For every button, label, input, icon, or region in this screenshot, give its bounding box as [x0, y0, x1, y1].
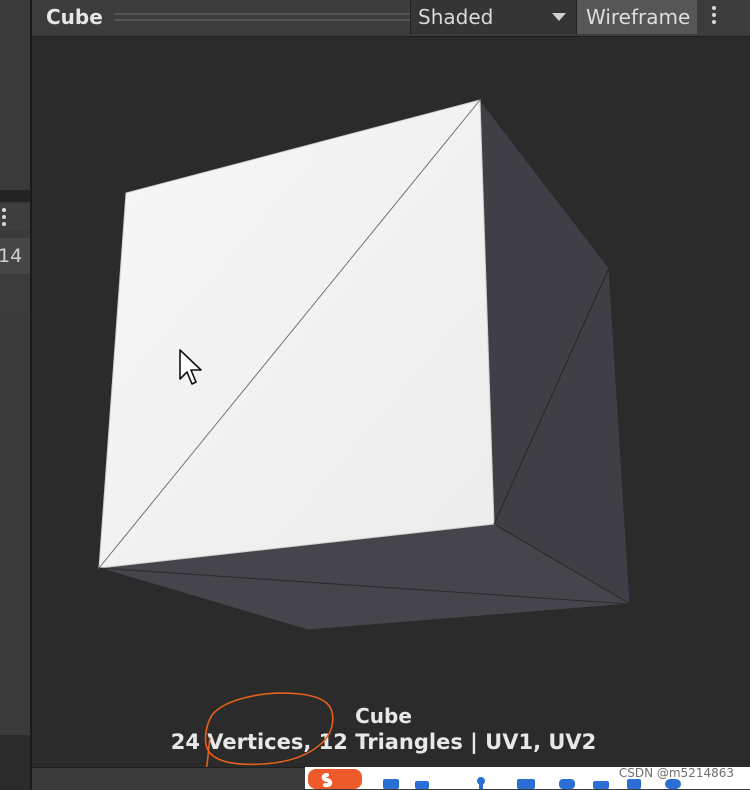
partial-value: 14 [0, 238, 30, 274]
cube-mesh-render [98, 98, 632, 631]
mouse-cursor-icon [179, 349, 202, 385]
cube-face-front [98, 99, 495, 569]
panel-menu-button[interactable] [0, 204, 30, 230]
cube-face-right [479, 98, 631, 605]
wireframe-label: Wireframe [586, 5, 691, 29]
preview-toolbar: Cube Shaded Wireframe [32, 0, 750, 37]
skin-icon [559, 779, 575, 789]
panel-row [0, 276, 30, 314]
mesh-name-label: Cube [355, 704, 412, 728]
chinese-mode-icon [383, 779, 399, 789]
preview-menu-button[interactable] [704, 6, 724, 30]
more-icon [665, 779, 681, 789]
sogou-logo-icon [308, 769, 362, 789]
panel-divider [0, 190, 30, 202]
caret-down-icon [552, 13, 566, 21]
shading-mode-dropdown[interactable]: Shaded [410, 0, 577, 34]
drag-handle[interactable] [114, 13, 432, 21]
mesh-preview-viewport[interactable]: Cube 24 Vertices, 12 Triangles | UV1, UV… [32, 37, 750, 767]
toolbox-icon [593, 781, 609, 789]
panel-footer [0, 735, 30, 789]
watermark: CSDN @m5214863 [618, 766, 734, 780]
preview-title: Cube [46, 5, 103, 29]
mesh-stats-label: 24 Vertices, 12 Triangles | UV1, UV2 [170, 730, 597, 754]
wireframe-toggle[interactable]: Wireframe [577, 0, 697, 34]
grid-icon [627, 779, 641, 789]
kebab-icon [2, 208, 6, 226]
punctuation-icon [415, 781, 429, 789]
kebab-icon [712, 6, 716, 30]
shading-mode-label: Shaded [418, 5, 494, 29]
keyboard-icon [517, 779, 535, 789]
side-panel-edge: 14 [0, 0, 30, 789]
